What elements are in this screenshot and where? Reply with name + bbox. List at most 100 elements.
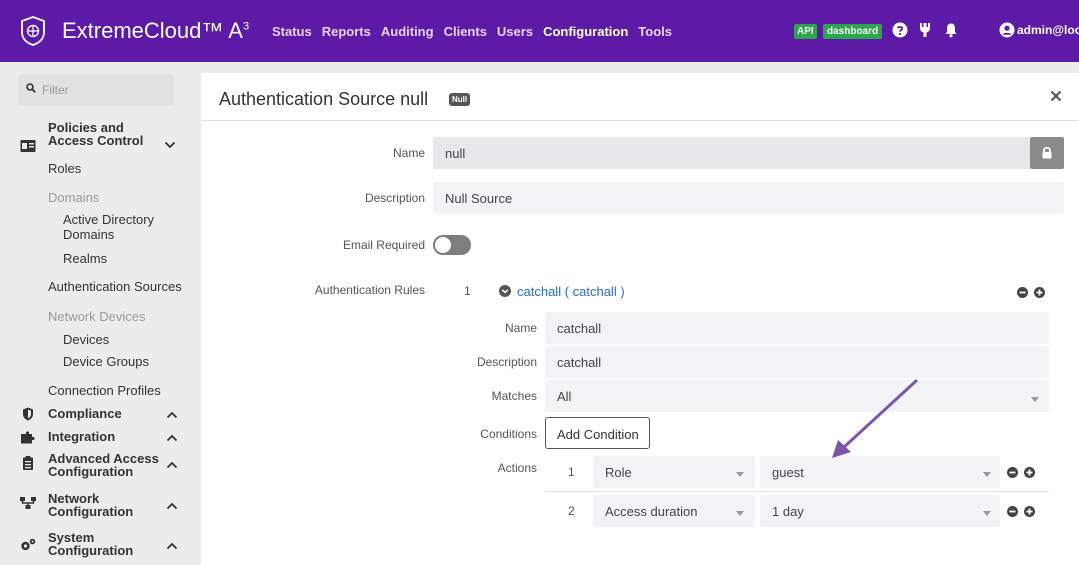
chevron-up-icon[interactable] — [166, 502, 178, 510]
chevron-up-icon[interactable] — [166, 461, 178, 469]
sidebar-section-integration[interactable]: Integration — [48, 430, 115, 443]
top-navbar: ExtremeCloud™ A3 Status Reports Auditing… — [0, 0, 1079, 62]
sidebar-item-roles[interactable]: Roles — [48, 161, 81, 176]
sidebar-item-domains[interactable]: Domains — [48, 190, 99, 205]
description-field[interactable]: Null Source — [433, 182, 1064, 214]
panel-header: Authentication Source null Null — [201, 73, 1079, 121]
sidebar-item-devices[interactable]: Devices — [63, 332, 109, 347]
action-index: 1 — [568, 465, 575, 479]
search-icon — [26, 83, 36, 96]
matches-label: Matches — [491, 389, 537, 403]
nav-auditing[interactable]: Auditing — [381, 24, 434, 39]
action-index: 2 — [568, 504, 575, 518]
description-value: Null Source — [445, 191, 513, 206]
plugin-icon[interactable] — [917, 22, 933, 38]
sidebar-item-device-groups[interactable]: Device Groups — [63, 354, 149, 369]
user-menu[interactable]: admin@local — [1017, 23, 1079, 37]
rule-description-field[interactable]: catchall — [545, 346, 1049, 378]
action-type-select[interactable]: Access duration — [593, 495, 755, 527]
auth-rules-label: Authentication Rules — [314, 283, 425, 297]
caret-down-icon — [736, 472, 744, 477]
dashboard-badge[interactable]: dashboard — [823, 24, 883, 39]
chevron-up-icon[interactable] — [166, 434, 178, 442]
action-value-select[interactable]: 1 day — [760, 495, 1000, 527]
sidebar-item-network-devices[interactable]: Network Devices — [48, 309, 146, 324]
page-title: Authentication Source null — [219, 89, 429, 109]
matches-value: All — [557, 389, 572, 404]
sidebar-section-compliance[interactable]: Compliance — [48, 407, 122, 420]
add-rule-icon[interactable] — [1034, 287, 1045, 298]
puzzle-icon — [21, 431, 35, 444]
sidebar-item-realms[interactable]: Realms — [63, 251, 107, 266]
description-label: Description — [364, 191, 425, 205]
add-condition-label: Add Condition — [557, 427, 639, 442]
sidebar: Filter Policies and Access Control Roles… — [0, 62, 192, 565]
rule-name-value: catchall — [557, 321, 602, 336]
toggle-knob — [435, 237, 451, 253]
add-action-icon[interactable] — [1024, 506, 1035, 517]
nav-reports[interactable]: Reports — [322, 24, 371, 39]
sidebar-item-authentication-sources[interactable]: Authentication Sources — [48, 279, 182, 294]
type-badge: Null — [449, 93, 471, 106]
filter-placeholder: Filter — [42, 83, 69, 97]
name-value: null — [445, 146, 466, 161]
nav-status[interactable]: Status — [272, 24, 312, 39]
email-required-toggle[interactable] — [433, 235, 471, 255]
sidebar-item-connection-profiles[interactable]: Connection Profiles — [48, 383, 161, 398]
network-icon — [20, 497, 36, 509]
rule-index: 1 — [464, 284, 471, 298]
rule-description-label: Description — [476, 355, 537, 369]
caret-down-icon — [983, 472, 991, 477]
actions-label: Actions — [497, 461, 537, 475]
conditions-label: Conditions — [480, 427, 537, 441]
rule-name-field[interactable]: catchall — [545, 312, 1049, 344]
nav-clients[interactable]: Clients — [444, 24, 487, 39]
action-row: 2 Access duration 1 day — [545, 491, 1049, 529]
bell-icon[interactable] — [943, 22, 959, 38]
sidebar-section-advanced-access[interactable]: Advanced Access Configuration — [48, 452, 160, 478]
remove-action-icon[interactable] — [1007, 467, 1018, 478]
gears-icon — [21, 538, 36, 551]
name-field[interactable]: null — [433, 137, 1030, 169]
user-avatar-icon[interactable] — [999, 22, 1015, 38]
collapse-chevron-icon[interactable] — [499, 285, 511, 297]
name-label: Name — [392, 146, 425, 160]
rule-name-label: Name — [504, 321, 537, 335]
remove-action-icon[interactable] — [1007, 506, 1018, 517]
add-condition-button[interactable]: Add Condition — [545, 417, 650, 449]
filter-input[interactable]: Filter — [18, 74, 174, 106]
action-type-value: Role — [605, 465, 632, 480]
main-nav: Status Reports Auditing Clients Users Co… — [272, 24, 672, 39]
help-icon[interactable] — [892, 22, 908, 38]
clipboard-icon — [23, 456, 33, 470]
lock-icon — [1042, 147, 1052, 159]
add-action-icon[interactable] — [1024, 467, 1035, 478]
action-value-select[interactable]: guest — [760, 456, 1000, 488]
nav-configuration[interactable]: Configuration — [543, 24, 628, 39]
nav-tools[interactable]: Tools — [638, 24, 672, 39]
sidebar-section-network[interactable]: Network Configuration — [48, 492, 148, 518]
rule-description-value: catchall — [557, 355, 602, 370]
remove-rule-icon[interactable] — [1017, 287, 1028, 298]
close-icon[interactable] — [1050, 90, 1062, 102]
sidebar-section-system[interactable]: System Configuration — [48, 531, 148, 557]
nav-users[interactable]: Users — [497, 24, 533, 39]
api-badge[interactable]: API — [794, 24, 817, 39]
chevron-up-icon[interactable] — [166, 542, 178, 550]
sidebar-section-policies[interactable]: Policies and Access Control — [48, 121, 148, 147]
action-value: 1 day — [772, 504, 804, 519]
sidebar-item-active-directory[interactable]: Active Directory Domains — [63, 212, 173, 242]
action-value: guest — [772, 465, 804, 480]
caret-down-icon — [736, 511, 744, 516]
action-type-select[interactable]: Role — [593, 456, 755, 488]
app-brand[interactable]: ExtremeCloud™ A3 — [62, 18, 249, 44]
extreme-logo-icon[interactable] — [20, 16, 46, 46]
lock-button[interactable] — [1030, 137, 1064, 169]
chevron-down-icon[interactable] — [164, 141, 176, 149]
matches-select[interactable]: All — [545, 380, 1049, 412]
chevron-up-icon[interactable] — [166, 411, 178, 419]
caret-down-icon — [983, 511, 991, 516]
email-required-label: Email Required — [342, 238, 425, 252]
action-type-value: Access duration — [605, 504, 698, 519]
rule-link[interactable]: catchall ( catchall ) — [517, 284, 625, 299]
